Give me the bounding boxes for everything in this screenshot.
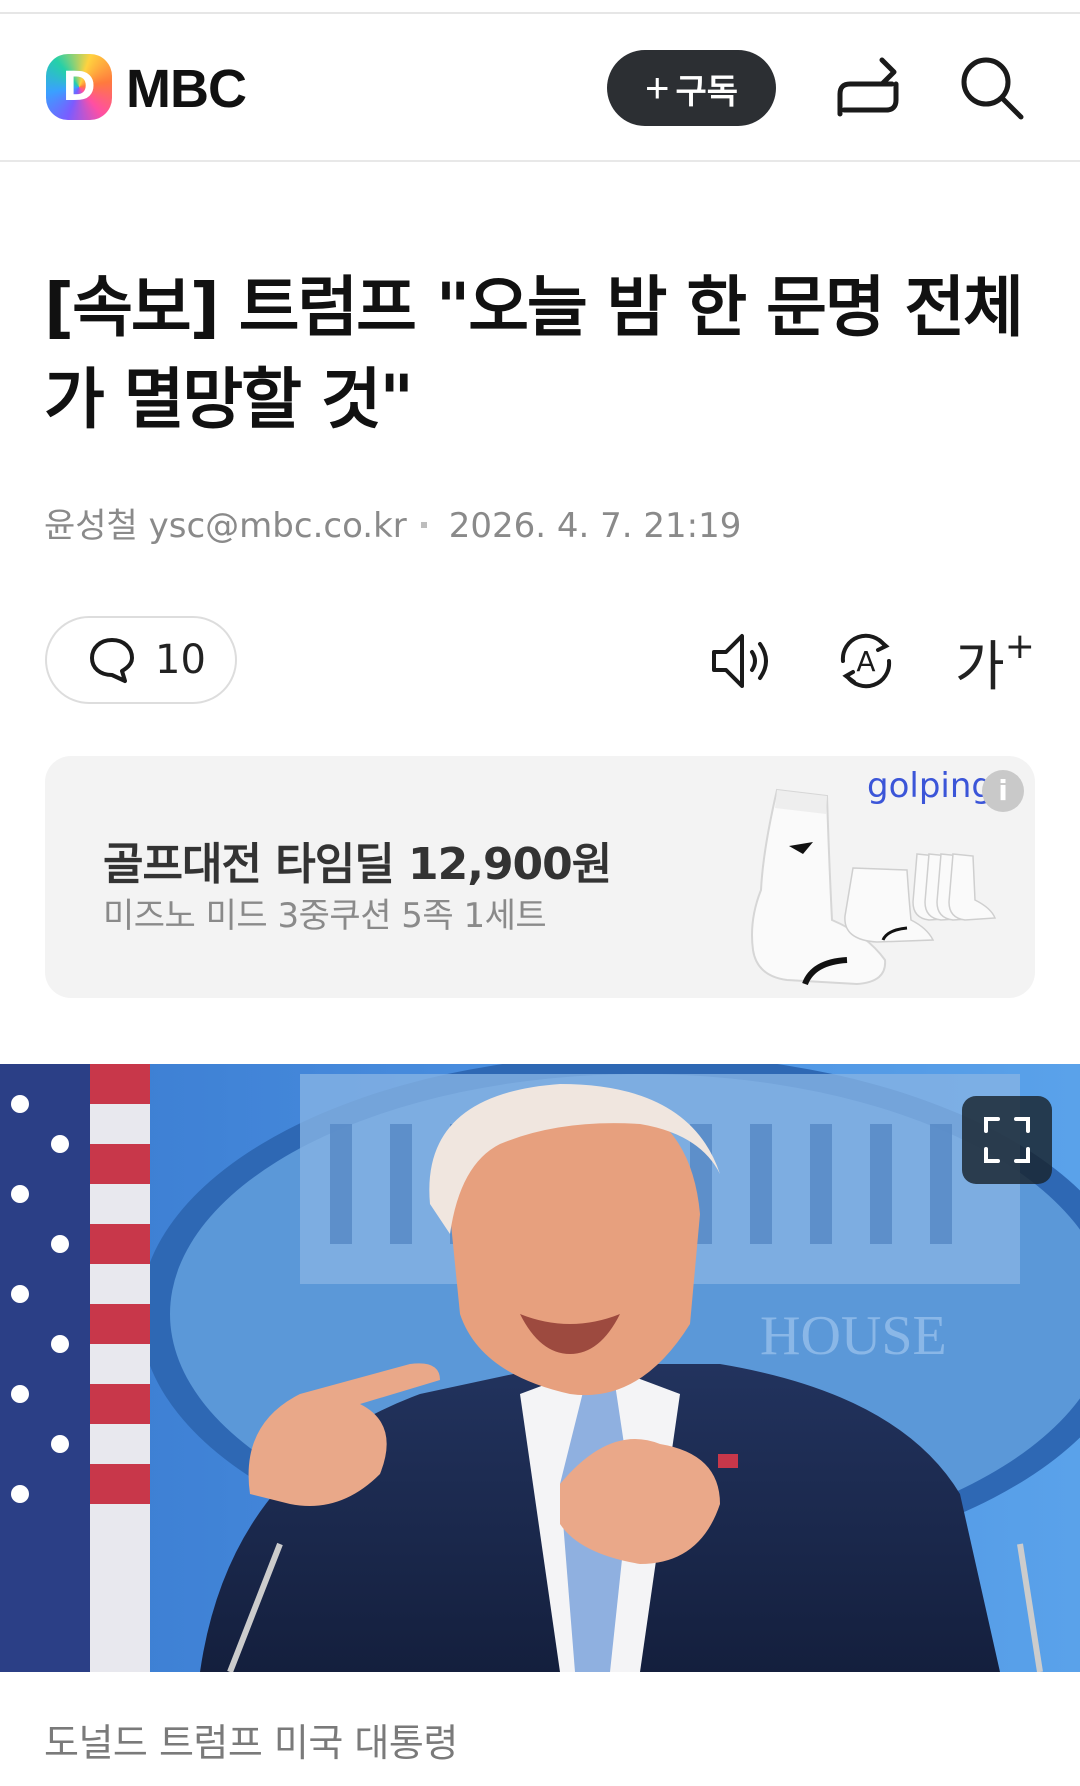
- publish-datetime: 2026. 4. 7. 21:19: [448, 506, 742, 546]
- article-title: [속보] 트럼프 "오늘 밤 한 문명 전체가 멸망할 것": [44, 269, 1024, 438]
- search-icon[interactable]: [958, 54, 1026, 122]
- share-icon[interactable]: [834, 54, 902, 122]
- subscribe-label: 구독: [675, 72, 739, 111]
- expand-image-button[interactable]: [962, 1096, 1052, 1184]
- ad-brand: golping: [867, 766, 993, 806]
- expand-icon: [984, 1117, 1030, 1163]
- ad-banner[interactable]: 골프대전 타임딜 12,900원 미즈노 미드 3중쿠션 5족 1세트 golp…: [45, 756, 1035, 998]
- ad-subtitle: 미즈노 미드 3중쿠션 5족 1세트: [103, 896, 547, 936]
- article-meta: 윤성철 ysc@mbc.co.kr 2026. 4. 7. 21:19: [44, 498, 741, 547]
- daum-logo[interactable]: D: [46, 54, 112, 120]
- speaker-icon[interactable]: [710, 628, 776, 694]
- svg-text:A: A: [856, 645, 875, 678]
- press-name[interactable]: MBC: [126, 58, 247, 120]
- app-header: D MBC + 구독: [0, 14, 1080, 162]
- author-email[interactable]: ysc@mbc.co.kr: [149, 506, 407, 546]
- comment-count: 10: [155, 637, 206, 683]
- plus-icon: +: [644, 64, 670, 111]
- ad-info-icon[interactable]: i: [982, 770, 1024, 812]
- meta-separator: [420, 521, 427, 528]
- ad-title: 골프대전 타임딜 12,900원: [103, 839, 612, 890]
- comment-icon: [90, 638, 134, 683]
- author-name: 윤성철: [44, 506, 138, 546]
- comment-button[interactable]: 10: [45, 616, 237, 704]
- font-size-label: 가: [955, 635, 1005, 698]
- subscribe-button[interactable]: + 구독: [607, 50, 776, 126]
- svg-text:HOUSE: HOUSE: [760, 1305, 947, 1367]
- font-size-button[interactable]: 가+: [955, 622, 1035, 701]
- font-size-plus: +: [1004, 626, 1035, 667]
- translate-icon[interactable]: A: [833, 628, 899, 694]
- photo-caption: 도널드 트럼프 미국 대통령: [44, 1721, 458, 1765]
- logo-letter: D: [62, 64, 96, 110]
- article-photo[interactable]: HOUSE: [0, 1064, 1080, 1672]
